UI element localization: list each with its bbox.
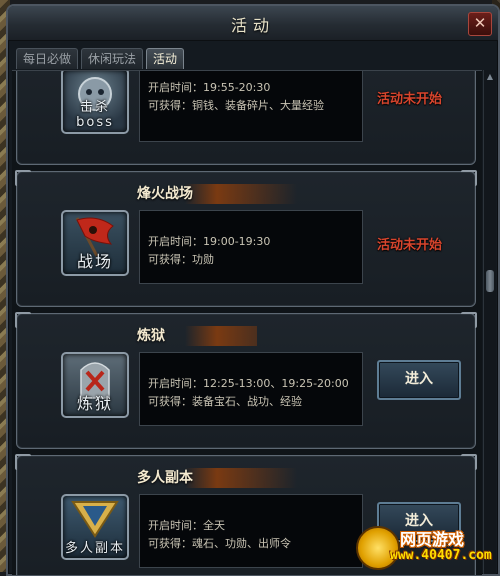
tab-daily[interactable]: 每日必做 [16,48,79,69]
open-time-value: 12:25-13:00、19:25-20:00 [203,377,349,390]
activity-list: 击杀boss 开启时间：19:55-20:30 可获得：铜钱、装备碎片、大量经验… [12,70,482,575]
boss-icon-label: 击杀boss [76,100,114,130]
activity-window: 活动 ✕ 每日必做 休闲玩法 活动 击杀boss 开启时间：19:55-20:3… [6,4,500,576]
activity-info-box: 开启时间：19:55-20:30 可获得：铜钱、装备碎片、大量经验 [139,71,363,142]
kill-boss-icon: 击杀boss [61,71,129,134]
reward-value: 装备宝石、战功、经验 [192,395,302,408]
open-time-row: 开启时间：19:00-19:30 [148,235,271,248]
window-title: 活动 [230,16,275,35]
scroll-up-arrow-icon[interactable]: ▲ [485,72,495,82]
tab-bar: 每日必做 休闲玩法 活动 [16,48,185,70]
watermark-url: www.40407.com [390,548,492,563]
activity-card-boss: 击杀boss 开启时间：19:55-20:30 可获得：铜钱、装备碎片、大量经验… [16,71,476,165]
reward-row: 可获得：功勋 [148,253,214,266]
reward-value: 铜钱、装备碎片、大量经验 [192,99,324,112]
purgatory-icon: 炼狱 [61,352,129,418]
reward-row: 可获得：装备宝石、战功、经验 [148,395,302,408]
reward-row: 可获得：魂石、功勋、出师令 [148,537,291,550]
status-not-started: 活动未开始 [377,238,443,253]
open-time-row: 开启时间：12:25-13:00、19:25-20:00 [148,377,349,390]
open-time-value: 19:00-19:30 [203,235,271,248]
tab-activities[interactable]: 活动 [146,48,185,69]
activity-info-box: 开启时间：19:00-19:30 可获得：功勋 [139,210,363,284]
activity-title: 炼狱 [137,326,257,346]
dungeon-icon: 多人副本 [61,494,129,560]
battlefield-icon: 战场 [61,210,129,276]
open-time-row: 开启时间：19:55-20:30 [148,81,271,94]
site-watermark: 网页游戏 www.40407.com [356,524,496,570]
activity-title: 烽火战场 [137,184,297,204]
activity-info-box: 开启时间：全天 可获得：魂石、功勋、出师令 [139,494,363,568]
scrollbar[interactable]: ▲ [483,70,496,574]
close-button[interactable]: ✕ [468,12,492,36]
reward-value: 功勋 [192,253,214,266]
activity-card-purgatory: 炼狱 炼狱 开启时间：12:25-13:00、19:25-20:00 可获得：装… [15,312,477,449]
reward-value: 魂石、功勋、出师令 [192,537,291,550]
status-not-started: 活动未开始 [377,92,443,107]
dungeon-icon-label: 多人副本 [64,541,125,556]
title-bar[interactable]: 活动 ✕ [8,6,498,41]
open-time-value: 全天 [203,519,225,532]
enter-button[interactable]: 进入 [377,360,461,400]
watermark-title: 网页游戏 [400,530,465,549]
activity-title: 多人副本 [137,468,297,488]
battlefield-icon-label: 战场 [76,252,113,271]
purgatory-icon-label: 炼狱 [76,394,113,413]
reward-row: 可获得：铜钱、装备碎片、大量经验 [148,99,324,112]
activity-card-battlefield: 烽火战场 战场 开启时间：19:00-19:30 可获得：功勋 活动未开始 [15,170,477,307]
tab-leisure[interactable]: 休闲玩法 [81,48,144,69]
activity-info-box: 开启时间：12:25-13:00、19:25-20:00 可获得：装备宝石、战功… [139,352,363,426]
scroll-thumb[interactable] [486,270,494,292]
open-time-row: 开启时间：全天 [148,519,225,532]
open-time-value: 19:55-20:30 [203,81,271,94]
